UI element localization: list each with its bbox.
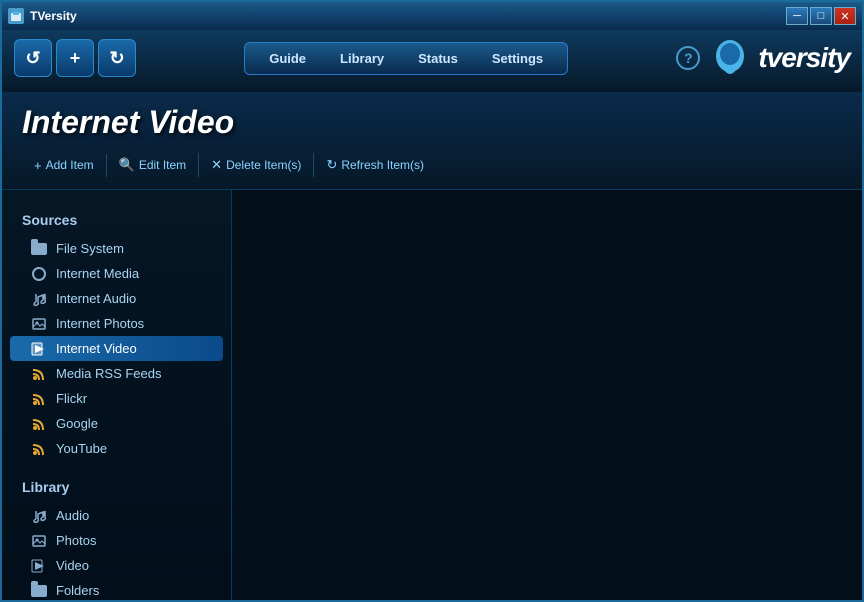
refresh-items-button[interactable]: ↻ Refresh Item(s)	[314, 153, 436, 177]
sidebar-item-label: Folders	[56, 583, 99, 598]
sidebar-item-folders[interactable]: Folders	[2, 578, 231, 600]
logo-icon	[710, 38, 750, 78]
sidebar-item-photos[interactable]: Photos	[2, 528, 231, 553]
minimize-button[interactable]: ─	[786, 7, 808, 25]
close-button[interactable]: ✕	[834, 7, 856, 25]
sidebar-item-label: Video	[56, 558, 89, 573]
rss-icon	[30, 367, 48, 381]
nav-status[interactable]: Status	[402, 47, 474, 70]
title-bar-left: TVersity	[8, 8, 77, 24]
add-item-label: Add Item	[46, 158, 94, 172]
edit-item-label: Edit Item	[139, 158, 186, 172]
add-item-icon: +	[34, 158, 42, 173]
sidebar-item-label: Internet Audio	[56, 291, 136, 306]
add-button[interactable]: +	[56, 39, 94, 77]
add-item-button[interactable]: + Add Item	[22, 154, 107, 177]
sidebar: Sources File System Internet Media	[2, 190, 232, 600]
sidebar-item-label: Internet Media	[56, 266, 139, 281]
rss-youtube-icon	[30, 442, 48, 456]
content-area: Internet Video + Add Item 🔍 Edit Item ✕ …	[2, 92, 862, 600]
sidebar-item-file-system[interactable]: File System	[2, 236, 231, 261]
header: ↺ + ↻ Guide Library Status Settings ?	[2, 30, 862, 92]
photo-icon	[30, 317, 48, 331]
library-section-label: Library	[2, 473, 231, 503]
logo-area: tversity	[710, 38, 850, 78]
sidebar-item-label: Google	[56, 416, 98, 431]
sidebar-item-label: YouTube	[56, 441, 107, 456]
folder-icon	[30, 242, 48, 256]
sidebar-item-youtube[interactable]: YouTube	[2, 436, 231, 461]
title-buttons: ─ □ ✕	[786, 7, 856, 25]
sidebar-item-label: Media RSS Feeds	[56, 366, 162, 381]
nav-row: ↺ + ↻ Guide Library Status Settings ?	[14, 38, 850, 78]
window-icon	[8, 8, 24, 24]
folders-icon	[30, 584, 48, 598]
help-button[interactable]: ?	[676, 46, 700, 70]
video-icon	[30, 342, 48, 356]
title-bar: TVersity ─ □ ✕	[2, 2, 862, 30]
logo-text: tversity	[758, 42, 850, 74]
refresh-items-icon: ↻	[326, 157, 337, 173]
page-title: Internet Video	[22, 104, 842, 141]
nav-library[interactable]: Library	[324, 47, 400, 70]
window-title: TVersity	[30, 9, 77, 23]
audio-icon	[30, 509, 48, 523]
video-lib-icon	[30, 559, 48, 573]
sidebar-item-media-rss[interactable]: Media RSS Feeds	[2, 361, 231, 386]
nav-menu: Guide Library Status Settings	[244, 42, 568, 75]
toolbar: + Add Item 🔍 Edit Item ✕ Delete Item(s) …	[22, 149, 842, 181]
nav-settings[interactable]: Settings	[476, 47, 559, 70]
sidebar-item-video[interactable]: Video	[2, 553, 231, 578]
nav-left: ↺ + ↻	[14, 39, 136, 77]
sidebar-item-label: Flickr	[56, 391, 87, 406]
edit-item-button[interactable]: 🔍 Edit Item	[107, 153, 200, 177]
sidebar-item-flickr[interactable]: Flickr	[2, 386, 231, 411]
rss-google-icon	[30, 417, 48, 431]
nav-right: ? tversity	[676, 38, 850, 78]
main-content	[232, 190, 862, 600]
nav-guide[interactable]: Guide	[253, 47, 322, 70]
delete-items-label: Delete Item(s)	[226, 158, 301, 172]
delete-items-button[interactable]: ✕ Delete Item(s)	[199, 153, 314, 177]
sidebar-item-internet-media[interactable]: Internet Media	[2, 261, 231, 286]
sidebar-item-google[interactable]: Google	[2, 411, 231, 436]
maximize-button[interactable]: □	[810, 7, 832, 25]
refresh-items-label: Refresh Item(s)	[341, 158, 424, 172]
sidebar-item-internet-audio[interactable]: Internet Audio	[2, 286, 231, 311]
main-window: TVersity ─ □ ✕ ↺ + ↻ Guide Library Statu…	[0, 0, 864, 602]
sidebar-item-internet-video[interactable]: Internet Video	[10, 336, 223, 361]
sidebar-item-label: Photos	[56, 533, 96, 548]
sidebar-item-audio[interactable]: Audio	[2, 503, 231, 528]
sidebar-item-label: Audio	[56, 508, 89, 523]
sources-section-label: Sources	[2, 206, 231, 236]
delete-items-icon: ✕	[211, 157, 222, 173]
rss-flickr-icon	[30, 392, 48, 406]
globe-icon	[30, 267, 48, 281]
sidebar-item-label: Internet Video	[56, 341, 137, 356]
music-icon	[30, 292, 48, 306]
back-button[interactable]: ↺	[14, 39, 52, 77]
photos-icon	[30, 534, 48, 548]
refresh-button[interactable]: ↻	[98, 39, 136, 77]
sidebar-item-internet-photos[interactable]: Internet Photos	[2, 311, 231, 336]
sidebar-item-label: File System	[56, 241, 124, 256]
page-header: Internet Video + Add Item 🔍 Edit Item ✕ …	[2, 92, 862, 190]
sidebar-item-label: Internet Photos	[56, 316, 144, 331]
main-layout: Sources File System Internet Media	[2, 190, 862, 600]
edit-item-icon: 🔍	[119, 157, 135, 173]
